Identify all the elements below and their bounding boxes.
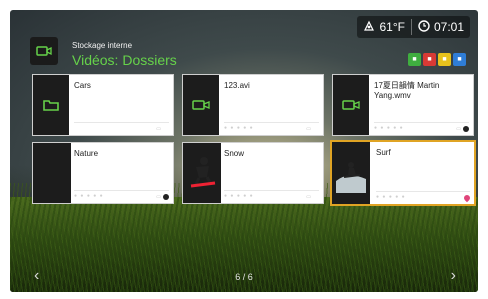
surf-thumbnail xyxy=(332,142,370,204)
weather-icon xyxy=(363,20,375,35)
tile-label: Snow xyxy=(224,149,245,158)
rating-stars: ● ● ● ● ● xyxy=(374,125,404,131)
temperature-text: 61°F xyxy=(379,20,405,34)
tile-martin-yang[interactable]: 17夏日韻情 Martin Yang.wmv ● ● ● ● ● ▭ xyxy=(332,74,474,136)
page-title: Vidéos: Dossiers xyxy=(72,52,177,68)
video-folder-icon xyxy=(30,37,58,65)
status-bar: 61°F 07:01 xyxy=(357,16,470,38)
tile-123-avi[interactable]: 123.avi ● ● ● ● ● ▭ xyxy=(182,74,324,136)
time-text: 07:01 xyxy=(433,20,464,34)
tile-meta-icon: ▭ xyxy=(306,194,311,200)
snow-thumbnail xyxy=(183,143,221,203)
snowboarder-icon xyxy=(190,157,216,188)
tile-meta-icon: ▭ xyxy=(156,126,161,132)
color-buttons: ■ ■ ■ ■ xyxy=(408,53,466,66)
red-button[interactable]: ■ xyxy=(423,53,436,66)
source-label: Stockage interne xyxy=(72,41,133,50)
tile-label: Cars xyxy=(74,81,91,90)
nature-thumbnail xyxy=(33,143,71,203)
watched-badge-icon xyxy=(463,126,469,132)
video-thumb xyxy=(183,75,219,135)
tile-divider xyxy=(224,190,319,191)
tile-surf[interactable]: Surf ● ● ● ● ● xyxy=(330,140,476,206)
rating-stars: ● ● ● ● ● xyxy=(224,125,254,131)
tile-label: Surf xyxy=(376,148,391,157)
tile-meta-icon: ▭ xyxy=(156,194,161,200)
video-icon xyxy=(342,100,360,110)
pagination-indicator: 6 / 6 xyxy=(235,272,253,282)
tile-label: Nature xyxy=(74,149,99,158)
green-button[interactable]: ■ xyxy=(408,53,421,66)
tile-divider xyxy=(224,122,319,123)
tile-divider xyxy=(376,191,470,192)
rating-stars: ● ● ● ● ● xyxy=(376,194,406,200)
blue-button[interactable]: ■ xyxy=(453,53,466,66)
tile-divider xyxy=(374,122,469,123)
tile-meta-icon: ▭ xyxy=(306,126,311,132)
surfer-icon xyxy=(336,162,366,193)
tile-divider xyxy=(74,122,169,123)
next-page-icon[interactable]: › xyxy=(451,268,456,284)
folder-thumb xyxy=(33,75,69,135)
tile-nature[interactable]: Nature ● ● ● ● ● ▭ xyxy=(32,142,174,204)
rating-stars: ● ● ● ● ● xyxy=(224,193,254,199)
tile-snow[interactable]: Snow ● ● ● ● ● ▭ xyxy=(182,142,324,204)
status-divider xyxy=(410,19,412,35)
tile-label: 17夏日韻情 Martin Yang.wmv xyxy=(374,81,440,100)
tile-divider xyxy=(74,190,169,191)
watched-badge-icon xyxy=(163,194,169,200)
video-icon xyxy=(192,100,210,110)
clock-icon xyxy=(418,19,430,35)
video-thumb xyxy=(333,75,369,135)
rating-stars: ● ● ● ● ● xyxy=(74,193,104,199)
yellow-button[interactable]: ■ xyxy=(438,53,451,66)
tile-label: 123.avi xyxy=(224,81,250,90)
favorite-heart-icon xyxy=(462,193,472,203)
media-browser-screen: 61°F 07:01 Stockage interne Vidéos: Doss… xyxy=(10,10,478,292)
folder-icon xyxy=(43,100,59,111)
tile-meta-icon: ▭ xyxy=(456,126,461,132)
tile-cars[interactable]: Cars ▭ xyxy=(32,74,174,136)
